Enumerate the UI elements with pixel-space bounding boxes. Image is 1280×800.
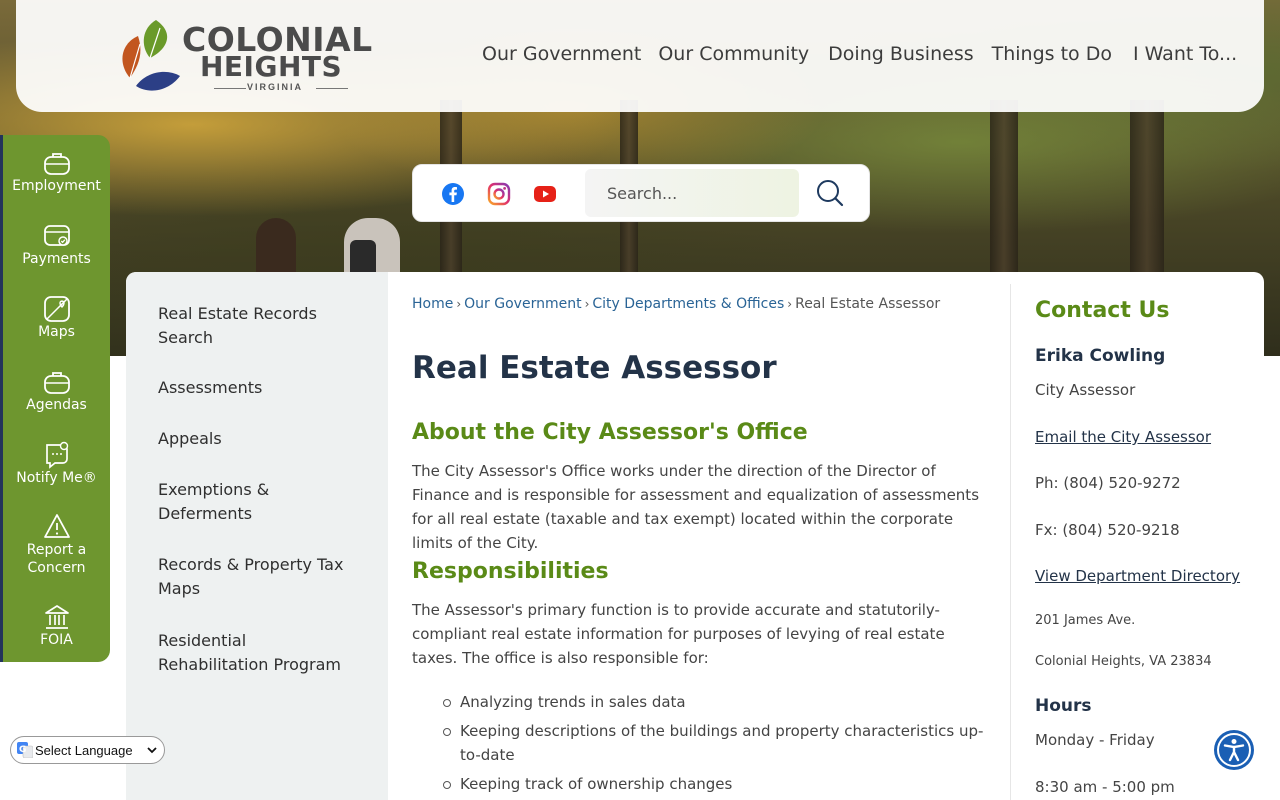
subnav-records-property-tax-maps[interactable]: Records & Property Tax Maps [158,553,358,601]
search-bar [412,164,870,222]
page-title: Real Estate Assessor [412,350,777,386]
google-translate-icon: G [17,742,33,758]
list-item: Keeping track of ownership changes [443,772,990,796]
subnav-real-estate-records-search[interactable]: Real Estate Records Search [158,302,358,350]
contact-title: Contact Us [1035,298,1170,323]
instagram-icon[interactable] [487,182,511,206]
about-text: The City Assessor's Office works under t… [412,462,980,552]
site-header: COLONIAL HEIGHTS VIRGINIA Our Government… [16,0,1264,112]
search-input[interactable] [585,169,799,217]
nav-our-government[interactable]: Our Government [482,43,641,65]
breadcrumb-separator: › [584,297,590,311]
quick-link-notify-me[interactable]: Notify Me® [3,441,110,487]
hours-days: Monday - Friday [1035,731,1155,749]
quick-link-report-concern[interactable]: Report a Concern [3,513,110,577]
youtube-icon[interactable] [533,182,557,206]
section-subnav: Real Estate Records Search Assessments A… [126,272,388,800]
breadcrumb: Home › Our Government › City Departments & O… [412,296,940,312]
briefcase-icon [43,372,70,394]
email-link[interactable]: Email the City Assessor [1035,428,1211,446]
responsibilities-heading: Responsibilities [412,559,609,584]
chevron-down-icon [147,747,157,754]
quick-link-label: Report a Concern [26,542,87,576]
quick-links-rail: Employment Payments Maps Agendas Notify … [0,135,110,662]
logo-rule [316,88,348,89]
logo-text-virginia: VIRGINIA [246,82,303,92]
nav-things-to-do[interactable]: Things to Do [992,43,1112,65]
contact-fax: Fx: (804) 520-9218 [1035,521,1180,539]
quick-link-foia[interactable]: FOIA [3,603,110,649]
hours-heading: Hours [1035,696,1092,716]
about-heading: About the City Assessor's Office [412,420,808,445]
leaf-logo-icon [122,20,180,91]
quick-link-label: Employment [12,178,101,194]
breadcrumb-our-government[interactable]: Our Government [464,296,581,312]
quick-link-payments[interactable]: Payments [3,222,110,268]
subnav-assessments[interactable]: Assessments [158,376,358,400]
language-select-label: Select Language [35,743,133,758]
subnav-exemptions-deferments[interactable]: Exemptions & Deferments [158,478,358,526]
subnav-residential-rehabilitation-program[interactable]: Residential Rehabilitation Program [158,629,358,677]
search-button[interactable] [799,169,865,217]
quick-link-label: Agendas [26,397,87,413]
map-icon [43,296,70,322]
contact-address-line1: 201 James Ave. [1035,613,1136,628]
breadcrumb-separator: › [456,297,462,311]
nav-i-want-to[interactable]: I Want To... [1133,43,1237,65]
svg-text:G: G [19,745,26,755]
accessibility-icon [1217,733,1251,767]
search-icon [817,180,844,207]
language-select[interactable]: G Select Language [10,736,165,764]
nav-doing-business[interactable]: Doing Business [828,43,973,65]
accessibility-button[interactable] [1214,730,1254,770]
building-icon [44,605,69,629]
quick-link-label: Notify Me® [16,470,97,486]
breadcrumb-city-departments[interactable]: City Departments & Offices [592,296,784,312]
site-logo[interactable]: COLONIAL HEIGHTS VIRGINIA [116,14,372,98]
responsibilities-list: Analyzing trends in sales data Keeping d… [412,690,990,800]
main-nav: Our Government Our Community Doing Busin… [482,43,1237,65]
subnav-appeals[interactable]: Appeals [158,427,358,451]
contact-address-line2: Colonial Heights, VA 23834 [1035,654,1212,669]
payment-card-icon [43,225,70,246]
department-directory-link[interactable]: View Department Directory [1035,567,1240,585]
contact-phone: Ph: (804) 520-9272 [1035,474,1181,492]
quick-link-label: Maps [38,324,75,340]
quick-link-employment[interactable]: Employment [3,149,110,195]
facebook-icon[interactable] [441,182,465,206]
nav-our-community[interactable]: Our Community [658,43,809,65]
chat-bell-icon [45,441,68,469]
hours-time: 8:30 am - 5:00 pm [1035,778,1175,796]
responsibilities-text: The Assessor's primary function is to pr… [412,601,945,667]
column-divider [1010,284,1011,800]
breadcrumb-current: Real Estate Assessor [795,296,941,312]
quick-link-agendas[interactable]: Agendas [3,368,110,414]
briefcase-icon [43,153,70,175]
quick-link-label: FOIA [40,632,73,648]
warning-icon [43,514,70,538]
breadcrumb-home[interactable]: Home [412,296,453,312]
quick-link-label: Payments [22,251,91,267]
contact-name: Erika Cowling [1035,346,1166,366]
hiker-figure [256,218,296,278]
list-item: Analyzing trends in sales data [443,690,990,714]
breadcrumb-separator: › [787,297,793,311]
quick-link-maps[interactable]: Maps [3,295,110,341]
logo-text-heights: HEIGHTS [200,50,343,83]
main-content-card: Real Estate Records Search Assessments A… [126,272,1264,800]
contact-role: City Assessor [1035,381,1136,399]
list-item: Keeping descriptions of the buildings an… [443,719,990,767]
